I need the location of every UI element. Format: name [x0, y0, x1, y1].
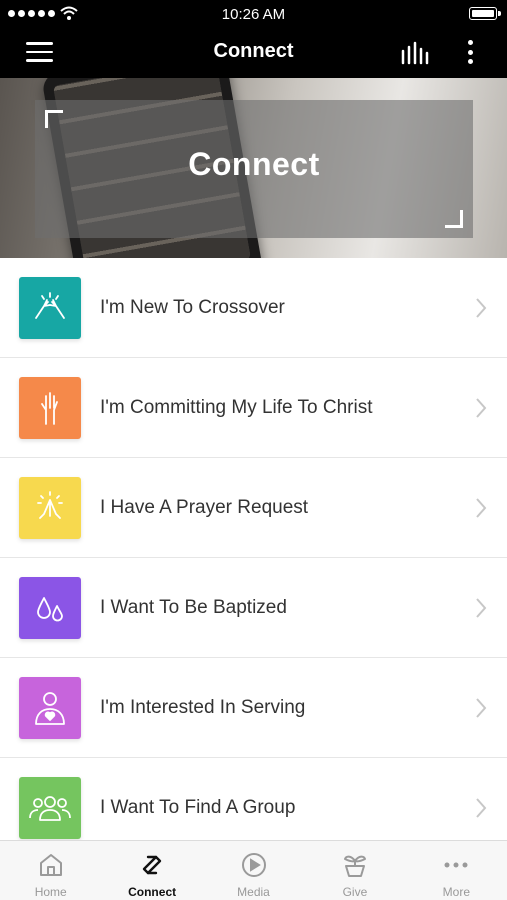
chevron-right-icon [476, 698, 487, 718]
plant-icon [343, 855, 366, 877]
tab-bar: Home Connect Media Give More [0, 840, 507, 900]
item-tile [19, 277, 81, 339]
list-item-label: I'm Committing My Life To Christ [100, 397, 373, 418]
tab-more[interactable]: More [406, 841, 507, 900]
list-item-serving[interactable]: I'm Interested In Serving [0, 658, 507, 758]
hero-banner: Connect [0, 78, 507, 258]
tab-home[interactable]: Home [0, 841, 101, 900]
tab-media[interactable]: Media [203, 841, 304, 900]
item-tile [19, 577, 81, 639]
audio-bars-icon[interactable] [400, 41, 430, 65]
tab-connect[interactable]: Connect [101, 841, 202, 900]
list-item-label: I Have A Prayer Request [100, 497, 309, 518]
more-dots-icon [444, 862, 468, 868]
tab-label: Connect [128, 885, 177, 899]
item-tile [19, 677, 81, 739]
water-drops-icon [37, 597, 63, 622]
corner-bracket-icon [45, 110, 63, 128]
list-item-label: I Want To Find A Group [100, 797, 296, 818]
group-icon [29, 796, 71, 821]
list-item-label: I'm New To Crossover [100, 297, 285, 318]
connect-list: I'm New To Crossover I'm Committing My L… [0, 258, 507, 840]
chevron-right-icon [476, 298, 487, 318]
item-tile [19, 777, 81, 839]
chevron-right-icon [476, 598, 487, 618]
nav-bar: Connect [0, 28, 507, 78]
item-tile [19, 377, 81, 439]
connect-icon [142, 855, 162, 875]
list-item-new-to-crossover[interactable]: I'm New To Crossover [0, 258, 507, 358]
list-item-prayer-request[interactable]: I Have A Prayer Request [0, 458, 507, 558]
page-title: Connect [213, 40, 294, 62]
status-bar: 10:26 AM [0, 0, 507, 28]
chevron-right-icon [476, 398, 487, 418]
battery-icon [469, 7, 501, 20]
list-item-committing-life[interactable]: I'm Committing My Life To Christ [0, 358, 507, 458]
list-item-baptized[interactable]: I Want To Be Baptized [0, 558, 507, 658]
tab-label: Give [342, 885, 368, 899]
chevron-right-icon [476, 498, 487, 518]
tab-label: More [442, 885, 470, 899]
raised-hand-icon [41, 392, 58, 425]
tab-give[interactable]: Give [304, 841, 405, 900]
list-item-label: I Want To Be Baptized [100, 597, 287, 618]
high-five-icon [35, 292, 65, 319]
home-icon [39, 854, 62, 876]
list-item-label: I'm Interested In Serving [100, 697, 306, 718]
corner-bracket-icon [445, 210, 463, 228]
play-circle-icon [241, 853, 266, 877]
person-heart-icon [35, 692, 65, 725]
tab-label: Home [34, 885, 67, 899]
chevron-right-icon [476, 798, 487, 818]
praying-hands-icon [37, 491, 63, 519]
item-tile [19, 477, 81, 539]
hero-title: Connect [188, 146, 320, 182]
more-options-icon[interactable] [460, 38, 480, 66]
hero-overlay: Connect [35, 100, 473, 238]
tab-label: Media [237, 885, 270, 899]
status-time: 10:26 AM [221, 6, 286, 23]
list-item-find-group[interactable]: I Want To Find A Group [0, 758, 507, 840]
